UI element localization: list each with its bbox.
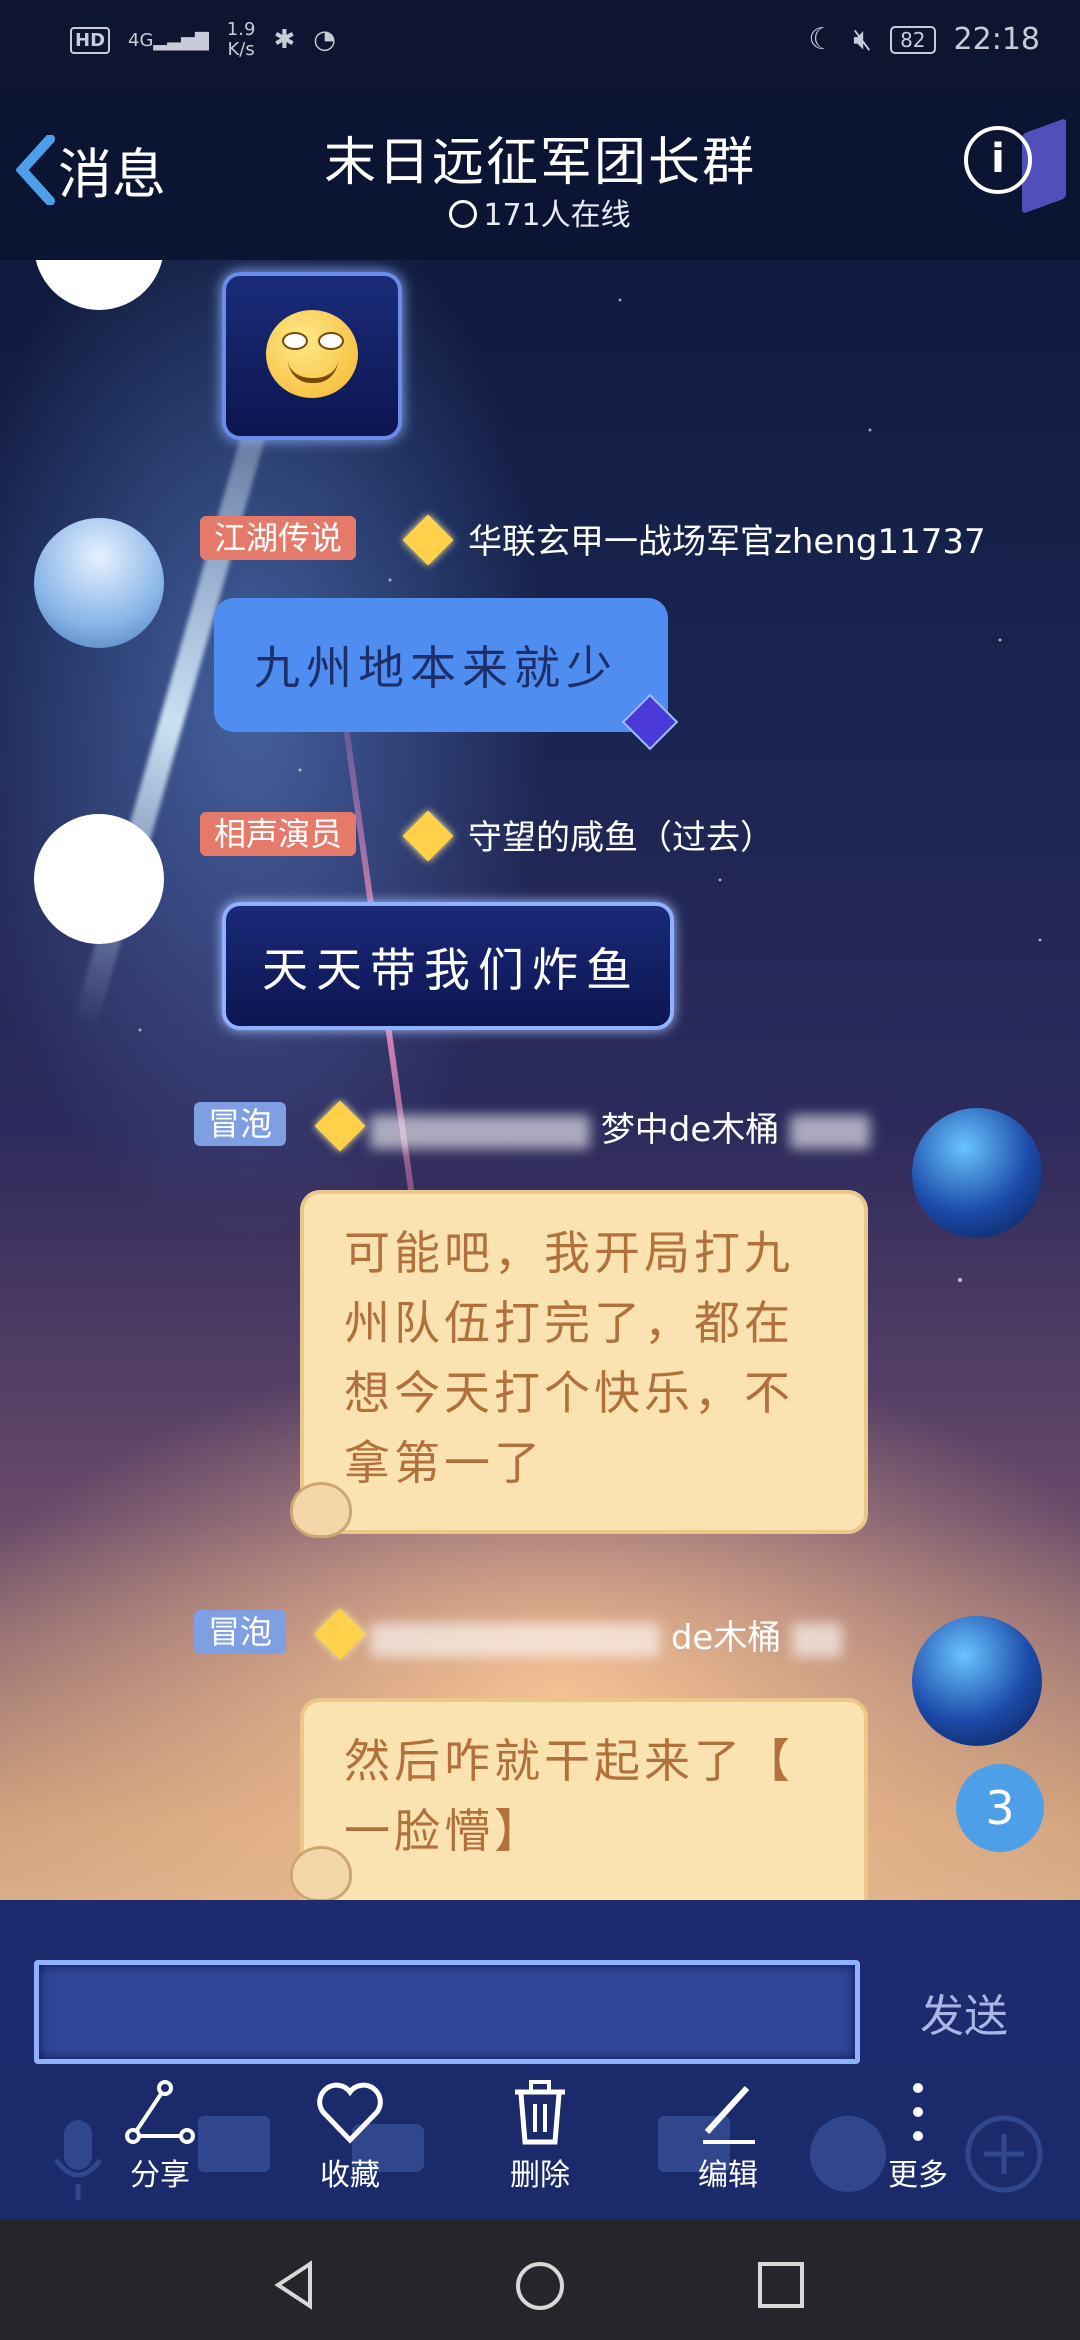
member-title-tag: 冒泡	[194, 1102, 287, 1146]
battery-indicator: 82	[890, 25, 936, 54]
message-action-toolbar: 分享 收藏 删除 编辑 更多	[0, 2070, 1080, 2220]
composer: 发送	[0, 1900, 1080, 2070]
hd-indicator: HD	[70, 26, 111, 54]
share-button[interactable]: 分享	[100, 2080, 220, 2194]
rank-diamond-icon	[402, 514, 454, 566]
message-list[interactable]: 江湖传说 华联玄甲一战场军官zheng11737 九州地本来就少 相声演员 守望…	[0, 260, 1080, 1900]
rank-diamond-icon	[314, 1608, 366, 1660]
mute-icon: 🔇︎	[853, 22, 873, 57]
more-vertical-icon	[913, 2083, 923, 2141]
trash-icon	[515, 2080, 565, 2145]
member-title-tag: 冒泡	[194, 1610, 287, 1654]
avatar[interactable]	[34, 260, 164, 310]
bluetooth-icon: ✱	[273, 25, 296, 55]
system-nav-bar	[0, 2220, 1080, 2340]
avatar[interactable]	[912, 1108, 1042, 1238]
heart-icon	[317, 2082, 383, 2144]
sender-name[interactable]: de木桶	[370, 1610, 843, 1659]
avatar[interactable]	[34, 518, 164, 648]
clock: 22:18	[953, 22, 1040, 57]
message-text: 九州地本来就少	[254, 641, 618, 695]
microphone-icon	[53, 2120, 103, 2200]
emoji-bubble[interactable]	[222, 272, 402, 440]
smiley-sticker-icon	[266, 310, 358, 398]
sender-name[interactable]: 守望的咸鱼（过去）	[468, 810, 774, 859]
status-bar: HD 4G▂▃▅▇ 1.9 K/s ✱ ◔ ☾ 🔇︎ 82 22:18	[0, 0, 1080, 90]
home-circle-icon[interactable]	[514, 2260, 566, 2312]
gem-icon	[621, 693, 679, 751]
favorite-button[interactable]: 收藏	[290, 2080, 410, 2194]
delete-button[interactable]: 删除	[480, 2080, 600, 2194]
avatar[interactable]	[912, 1616, 1042, 1746]
unread-badge[interactable]: 3	[956, 1764, 1044, 1852]
edit-button[interactable]: 编辑	[668, 2080, 788, 2194]
send-button[interactable]: 发送	[920, 1980, 1008, 2044]
cat-sticker-icon	[290, 1846, 352, 1900]
signal-icon: 4G▂▃▅▇	[128, 29, 209, 51]
info-button[interactable]: i	[964, 126, 1032, 194]
share-icon	[125, 2080, 195, 2144]
member-title-tag: 江湖传说	[200, 516, 357, 560]
message-bubble[interactable]: 然后咋就干起来了【 一脸懵】	[300, 1698, 868, 1900]
member-title-tag: 相声演员	[200, 812, 357, 856]
network-speed: 1.9 K/s	[226, 19, 256, 60]
message-bubble[interactable]: 天天带我们炸鱼	[222, 902, 674, 1030]
rank-diamond-icon	[314, 1100, 366, 1152]
online-count[interactable]: 171人在线	[0, 190, 1080, 234]
cat-sticker-icon	[290, 1482, 352, 1538]
more-button[interactable]: 更多	[858, 2080, 978, 2194]
message-text: 然后咋就干起来了【 一脸懵】	[344, 1734, 794, 1858]
group-title: 末日远征军团长群	[323, 133, 756, 193]
message-input[interactable]	[34, 1960, 860, 2064]
rank-diamond-icon	[402, 810, 454, 862]
moon-icon: ☾	[808, 22, 836, 57]
message-bubble[interactable]: 可能吧，我开局打九 州队伍打完了，都在 想今天打个快乐，不 拿第一了	[300, 1190, 868, 1534]
chat-header: 消息 末日远征军团长群 171人在线 i	[0, 90, 1080, 260]
wechat-icon: ◔	[313, 25, 336, 55]
expand-icon	[449, 199, 478, 228]
message-bubble[interactable]: 九州地本来就少	[214, 598, 679, 751]
pencil-icon	[703, 2085, 755, 2144]
message-text: 天天带我们炸鱼	[262, 943, 640, 997]
sender-name[interactable]: 梦中de木桶	[370, 1102, 871, 1151]
message-text: 可能吧，我开局打九 州队伍打完了，都在 想今天打个快乐，不 拿第一了	[344, 1226, 794, 1490]
avatar[interactable]	[34, 814, 164, 944]
recents-square-icon[interactable]	[756, 2260, 806, 2310]
back-triangle-icon[interactable]	[270, 2260, 320, 2310]
sender-name[interactable]: 华联玄甲一战场军官zheng11737	[468, 514, 986, 563]
